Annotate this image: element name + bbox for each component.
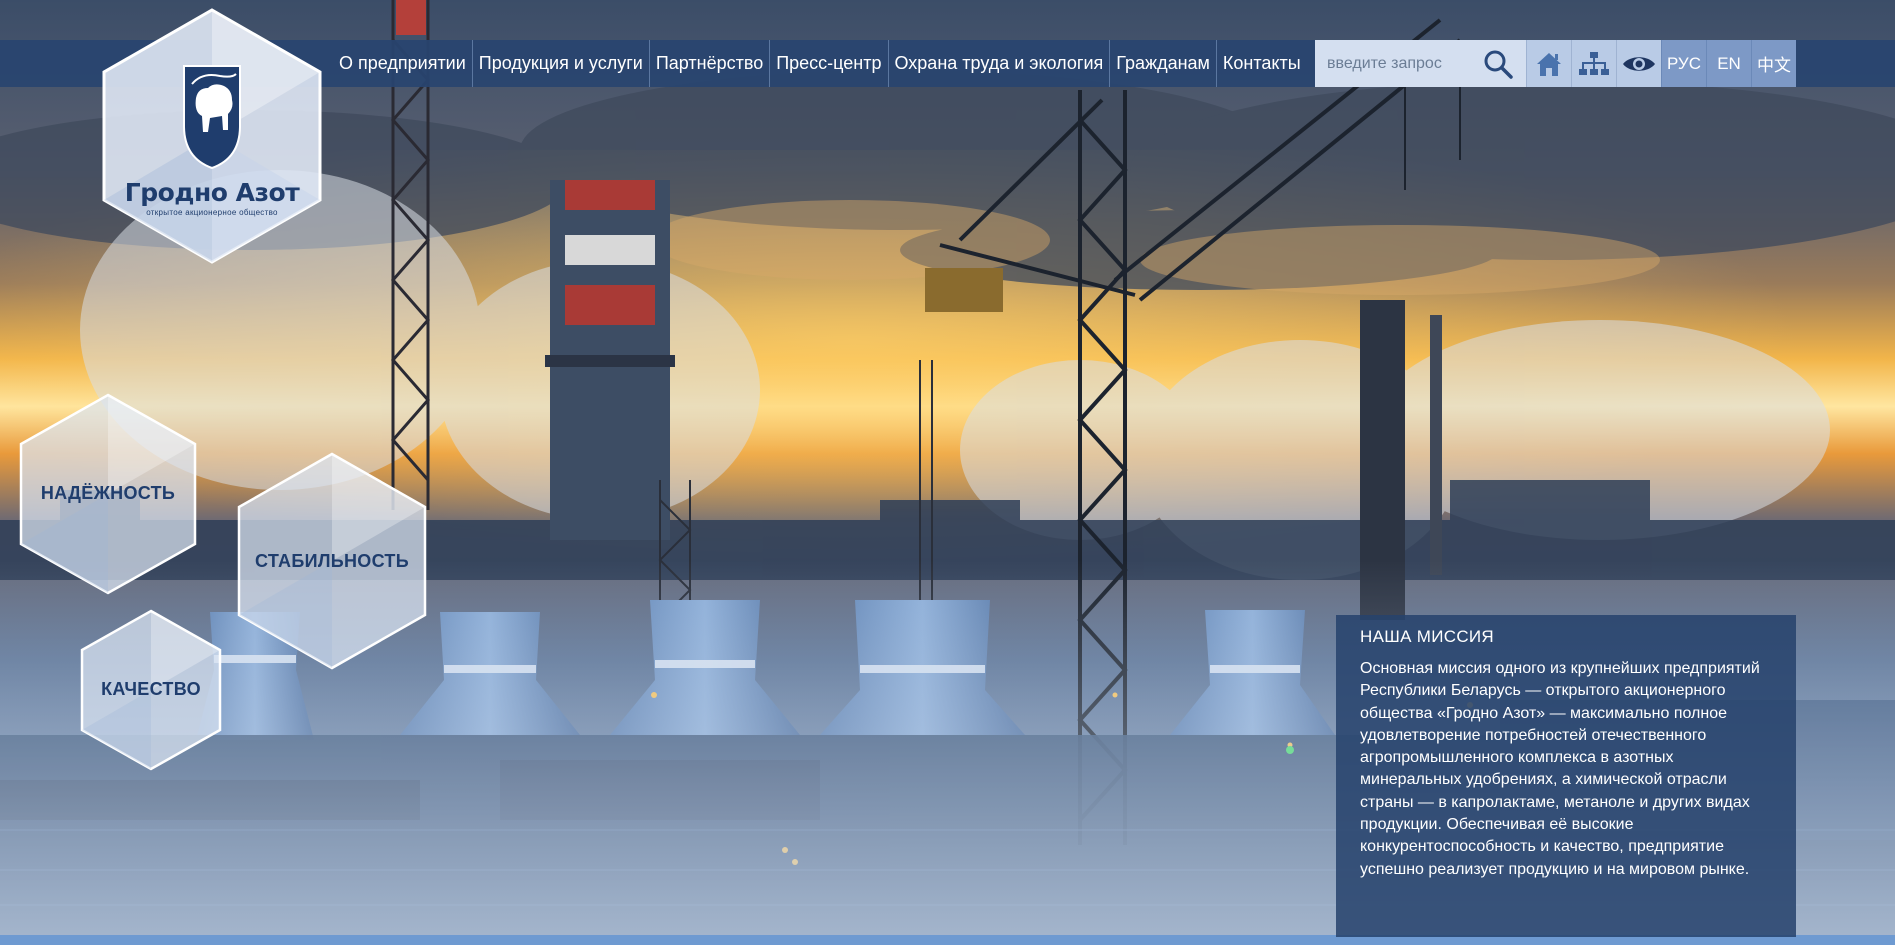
accessibility-button[interactable] bbox=[1616, 40, 1661, 87]
bison-shield-icon bbox=[183, 65, 241, 170]
nav-item-safety-ecology[interactable]: Охрана труда и экология bbox=[889, 40, 1111, 87]
eye-icon bbox=[1623, 56, 1655, 71]
search-icon bbox=[1484, 50, 1513, 79]
lang-zh-button[interactable]: 中文 bbox=[1751, 40, 1796, 87]
nav-item-contacts[interactable]: Контакты bbox=[1217, 40, 1307, 87]
home-icon bbox=[1537, 52, 1561, 76]
nav-item-partnership[interactable]: Партнёрство bbox=[650, 40, 771, 87]
lang-ru-button[interactable]: РУС bbox=[1661, 40, 1706, 87]
logo-title: Гродно Азот bbox=[124, 178, 300, 207]
nav-item-products[interactable]: Продукция и услуги bbox=[473, 40, 650, 87]
hex-reliability-label: НАДЁЖНОСТЬ bbox=[40, 483, 176, 503]
sitemap-button[interactable] bbox=[1571, 40, 1616, 87]
nav-item-citizens[interactable]: Гражданам bbox=[1110, 40, 1217, 87]
nav-item-about[interactable]: О предприятии bbox=[333, 40, 473, 87]
sitemap-icon bbox=[1579, 51, 1609, 75]
home-button[interactable] bbox=[1526, 40, 1571, 87]
hex-quality-label: КАЧЕСТВО bbox=[101, 679, 201, 699]
logo-hexagon bbox=[102, 8, 322, 264]
mission-text: Основная миссия одного из крупнейших пре… bbox=[1360, 660, 1760, 878]
search-input[interactable] bbox=[1315, 40, 1475, 87]
utility-toolbar: РУС EN 中文 bbox=[1526, 40, 1796, 87]
mission-heading: НАША МИССИЯ bbox=[1360, 627, 1494, 646]
search-button[interactable] bbox=[1475, 40, 1521, 87]
search-box bbox=[1315, 40, 1526, 87]
nav-item-press[interactable]: Пресс-центр bbox=[770, 40, 889, 87]
hex-stability[interactable]: СТАБИЛЬНОСТЬ bbox=[237, 452, 427, 670]
hex-quality[interactable]: КАЧЕСТВО bbox=[80, 609, 222, 771]
hex-stability-label: СТАБИЛЬНОСТЬ bbox=[255, 551, 409, 571]
lang-en-button[interactable]: EN bbox=[1706, 40, 1751, 87]
mission-panel: НАША МИССИЯ Основная миссия одного из кр… bbox=[1336, 615, 1796, 937]
hex-reliability[interactable]: НАДЁЖНОСТЬ bbox=[19, 393, 197, 595]
main-navigation: О предприятии Продукция и услуги Партнёр… bbox=[333, 40, 1307, 87]
company-logo[interactable]: Гродно Азот открытое акционерное обществ… bbox=[100, 8, 324, 264]
logo-subtitle: открытое акционерное общество bbox=[146, 208, 278, 217]
